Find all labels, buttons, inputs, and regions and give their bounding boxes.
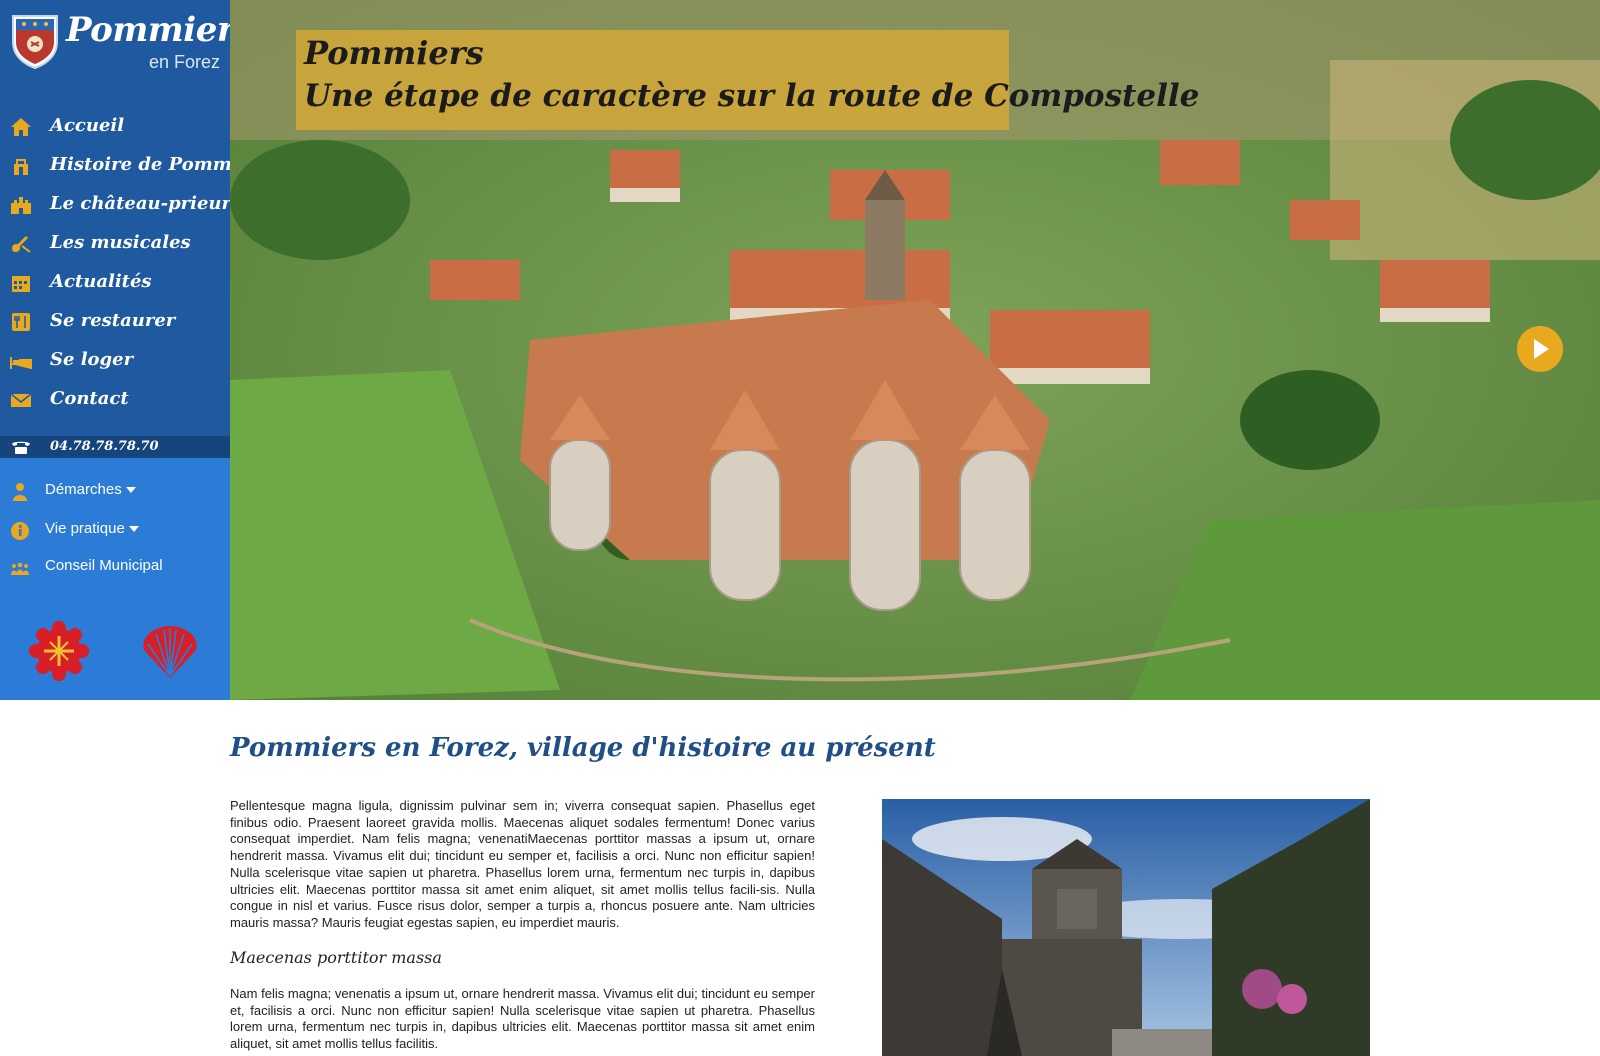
nav-item-label: Conseil Municipal (45, 557, 163, 574)
body-paragraph: Nam felis magna; venenatis a ipsum ut, o… (230, 986, 815, 1052)
play-arrow-icon (1534, 339, 1549, 359)
slider-next-button[interactable] (1517, 326, 1563, 372)
phone-icon (12, 441, 30, 454)
nav-item-label: Le château-prieuré (50, 193, 243, 214)
coat-of-arms-icon (12, 15, 58, 70)
calendar-icon (12, 276, 30, 292)
music-icon (11, 235, 31, 253)
hero-tagline-title: Pommiers (304, 34, 484, 72)
nav-item-label: Les musicales (50, 232, 191, 253)
nav-item-label: Contact (50, 388, 129, 409)
info-icon (11, 522, 29, 540)
nav-item-chateau[interactable]: Le château-prieuré (0, 186, 242, 225)
nav-item-accueil[interactable]: Accueil (0, 108, 230, 147)
envelope-icon (10, 393, 32, 407)
section-subheading: Maecenas porttitor massa (230, 948, 442, 967)
monument-icon (14, 159, 28, 175)
group-icon (11, 562, 29, 575)
nav-item-restaurer[interactable]: Se restaurer (0, 303, 230, 342)
page-title: Pommiers en Forez, village d'histoire au… (230, 733, 936, 763)
chevron-down-icon (125, 487, 136, 494)
nav-item-loger[interactable]: Se loger (0, 342, 230, 381)
castle-icon (11, 197, 31, 214)
secondary-navigation: Démarches Vie pratique Conseil Municipal (0, 458, 230, 700)
scallop-shell-emblem[interactable] (138, 624, 202, 680)
logo-subtitle: en Forez (148, 52, 220, 72)
restaurant-icon (12, 313, 30, 331)
hero-tagline-subtitle: Une étape de caractère sur la route de C… (304, 78, 1200, 114)
nav-item-label: Actualités (50, 271, 152, 292)
phone-bar[interactable]: 04.78.78.78.70 (0, 436, 230, 458)
site-logo[interactable]: Pommiers en Forez (8, 8, 253, 74)
nav-item-demarches[interactable]: Démarches (0, 476, 230, 506)
person-icon (13, 483, 27, 501)
nav-item-label: Accueil (50, 115, 125, 136)
church-image (882, 799, 1370, 1056)
nav-item-label: Démarches (45, 481, 136, 498)
occitan-cross-emblem[interactable] (28, 620, 90, 682)
nav-item-vie-pratique[interactable]: Vie pratique (0, 515, 230, 545)
bed-icon (10, 357, 32, 369)
nav-item-musicales[interactable]: Les musicales (0, 225, 230, 264)
sidebar: Pommiers en Forez Accueil Histoire de Po… (0, 0, 270, 700)
hero-tagline: Pommiers Une étape de caractère sur la r… (296, 30, 1199, 130)
intro-paragraph: Pellentesque magna ligula, dignissim pul… (230, 798, 815, 930)
nav-item-label: Se restaurer (50, 310, 176, 331)
hero-banner: Pommiers Une étape de caractère sur la r… (230, 0, 1600, 700)
nav-item-histoire[interactable]: Histoire de Pommiers (0, 147, 270, 186)
chevron-down-icon (128, 526, 139, 533)
phone-number: 04.78.78.78.70 (50, 439, 159, 454)
church-photo (882, 799, 1370, 1056)
logo-title: Pommiers (66, 10, 253, 50)
main-navigation: Accueil Histoire de Pommiers Le château-… (0, 108, 270, 420)
nav-item-label: Vie pratique (45, 520, 139, 537)
nav-item-contact[interactable]: Contact (0, 381, 230, 420)
nav-item-label: Se loger (50, 349, 134, 370)
nav-item-conseil-municipal[interactable]: Conseil Municipal (0, 552, 230, 582)
home-icon (11, 118, 31, 136)
nav-item-actualites[interactable]: Actualités (0, 264, 230, 303)
